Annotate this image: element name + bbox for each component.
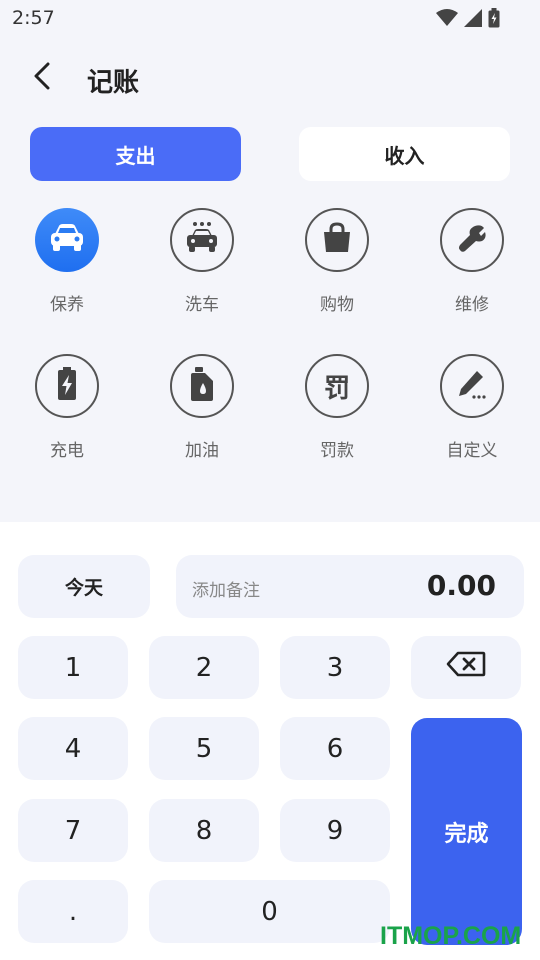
oil-can-icon xyxy=(189,366,215,406)
status-bar: 2:57 xyxy=(0,0,540,36)
category-label: 保养 xyxy=(50,295,84,315)
note-input[interactable]: 添加备注 0.00 xyxy=(176,555,524,618)
key-8[interactable]: 8 xyxy=(149,799,259,862)
backspace-button[interactable] xyxy=(411,636,521,699)
category-label: 罚款 xyxy=(320,441,354,461)
signal-icon xyxy=(464,9,482,27)
date-button[interactable]: 今天 xyxy=(18,555,150,618)
category-label: 购物 xyxy=(320,295,354,315)
back-button[interactable] xyxy=(26,62,58,94)
amount-display: 0.00 xyxy=(426,569,496,602)
key-3[interactable]: 3 xyxy=(280,636,390,699)
car-icon xyxy=(47,222,87,258)
note-placeholder: 添加备注 xyxy=(192,581,260,601)
category-label: 充电 xyxy=(50,441,84,461)
category-icon-circle xyxy=(440,208,504,272)
fine-icon: 罚 xyxy=(323,373,350,404)
key-7[interactable]: 7 xyxy=(18,799,128,862)
category-icon-circle xyxy=(305,208,369,272)
category-icon-circle: 罚 xyxy=(305,354,369,418)
key-5[interactable]: 5 xyxy=(149,717,259,780)
category-icon-circle xyxy=(170,208,234,272)
backspace-icon xyxy=(446,651,486,684)
page-title: 记账 xyxy=(87,68,140,98)
category-label: 自定义 xyxy=(446,441,498,461)
category-fine[interactable]: 罚 罚款 xyxy=(287,354,387,461)
category-custom[interactable]: 自定义 xyxy=(422,354,522,461)
category-label: 维修 xyxy=(455,295,489,315)
category-shopping[interactable]: 购物 xyxy=(287,208,387,315)
chevron-left-icon xyxy=(33,62,51,94)
category-icon-circle xyxy=(170,354,234,418)
key-dot[interactable]: . xyxy=(18,880,128,943)
category-fuel[interactable]: 加油 xyxy=(152,354,252,461)
category-label: 洗车 xyxy=(185,295,219,315)
category-car-wash[interactable]: 洗车 xyxy=(152,208,252,315)
category-charging[interactable]: 充电 xyxy=(17,354,117,461)
car-wash-icon xyxy=(184,221,220,259)
key-4[interactable]: 4 xyxy=(18,717,128,780)
status-icons xyxy=(436,8,500,28)
done-button[interactable]: 完成 xyxy=(411,718,522,945)
header: 记账 xyxy=(0,52,540,104)
battery-charge-icon xyxy=(57,367,77,405)
category-label: 加油 xyxy=(185,441,219,461)
key-9[interactable]: 9 xyxy=(280,799,390,862)
category-icon-circle xyxy=(35,208,99,272)
key-1[interactable]: 1 xyxy=(18,636,128,699)
key-6[interactable]: 6 xyxy=(280,717,390,780)
key-0[interactable]: 0 xyxy=(149,880,390,943)
tab-expense[interactable]: 支出 xyxy=(30,127,241,181)
wifi-icon xyxy=(436,9,458,27)
category-icon-circle xyxy=(440,354,504,418)
category-icon-circle xyxy=(35,354,99,418)
shopping-bag-icon xyxy=(320,221,354,259)
pencil-icon xyxy=(456,368,488,404)
key-2[interactable]: 2 xyxy=(149,636,259,699)
status-time: 2:57 xyxy=(12,7,55,29)
category-maintenance[interactable]: 保养 xyxy=(17,208,117,315)
wrench-icon xyxy=(457,223,487,257)
battery-icon xyxy=(488,8,500,28)
tab-income[interactable]: 收入 xyxy=(299,127,510,181)
watermark: ITMOP.COM xyxy=(380,922,522,950)
category-repair[interactable]: 维修 xyxy=(422,208,522,315)
